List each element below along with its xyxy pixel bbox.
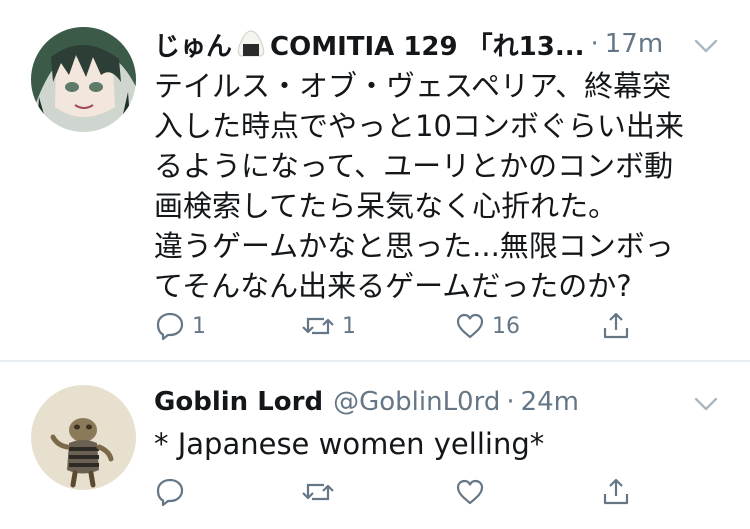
- tweet-text-line: 違うゲームかなと思った...無限コンボっ: [154, 229, 674, 263]
- share-icon: [603, 478, 629, 505]
- retweet-icon: [302, 317, 334, 335]
- tweet-header: じゅん COMITIA 129 「れ13... · 17m: [154, 24, 690, 64]
- share-icon: [603, 312, 629, 339]
- tweet-header: Goblin Lord @GoblinL0rd · 24m: [154, 382, 690, 422]
- tweet-text-line: 入した時点でやっと10コンボぐらい出来: [154, 109, 684, 143]
- like-count: 16: [492, 313, 520, 339]
- avatar[interactable]: [31, 385, 136, 490]
- display-name-suffix: COMITIA 129 「れ13...: [270, 31, 585, 62]
- tweet-text: テイルス・オブ・ヴェスペリア、終幕突 入した時点でやっと10コンボぐらい出来 る…: [154, 66, 734, 306]
- tweet-actions: 1 1 16: [154, 306, 714, 346]
- tweet-text-line: てそんなん出来るゲームだったのか?: [154, 269, 632, 303]
- separator-dot: ·: [590, 29, 599, 59]
- heart-icon: [456, 479, 484, 505]
- anime-avatar-image: [31, 27, 136, 132]
- chevron-down-icon[interactable]: [692, 36, 720, 56]
- display-name-text: じゅん: [154, 31, 233, 62]
- retweet-count: 1: [342, 313, 356, 339]
- reply-count: 1: [192, 313, 206, 339]
- tweet-text: * Japanese women yelling*: [154, 424, 734, 464]
- tweet-time[interactable]: 17m: [605, 29, 663, 59]
- like-button[interactable]: 16: [454, 306, 520, 346]
- heart-icon: [456, 313, 484, 339]
- display-name[interactable]: Goblin Lord: [154, 387, 323, 417]
- tweet-text-line: * Japanese women yelling*: [154, 427, 545, 461]
- user-handle[interactable]: @GoblinL0rd: [333, 387, 500, 417]
- chevron-down-icon[interactable]: [692, 394, 720, 414]
- reply-button[interactable]: [154, 472, 192, 512]
- share-button[interactable]: [600, 472, 632, 512]
- retweet-button[interactable]: 1: [300, 306, 356, 346]
- tweet-time[interactable]: 24m: [521, 387, 579, 417]
- display-name[interactable]: じゅん COMITIA 129 「れ13...: [154, 26, 584, 63]
- retweet-button[interactable]: [300, 472, 342, 512]
- tweet-text-line: テイルス・オブ・ヴェスペリア、終幕突: [154, 69, 672, 103]
- reply-icon: [156, 478, 184, 507]
- tweet[interactable]: じゅん COMITIA 129 「れ13... · 17m テイルス・オブ・ヴェ…: [0, 0, 750, 360]
- goblin-avatar-image: [31, 385, 136, 490]
- reply-icon: [156, 312, 184, 341]
- separator-dot: ·: [506, 387, 515, 417]
- tweet-actions: [154, 472, 714, 512]
- share-button[interactable]: [600, 306, 632, 346]
- avatar[interactable]: [31, 27, 136, 132]
- tweet-text-line: るようになって、ユーリとかのコンボ動: [154, 149, 674, 183]
- tweet-text-line: 画検索してたら呆気なく心折れた。: [154, 189, 618, 223]
- reply-button[interactable]: 1: [154, 306, 206, 346]
- like-button[interactable]: [454, 472, 492, 512]
- onigiri-icon: [237, 30, 265, 57]
- retweet-icon: [302, 483, 334, 501]
- tweet[interactable]: Goblin Lord @GoblinL0rd · 24m * Japanese…: [0, 362, 750, 529]
